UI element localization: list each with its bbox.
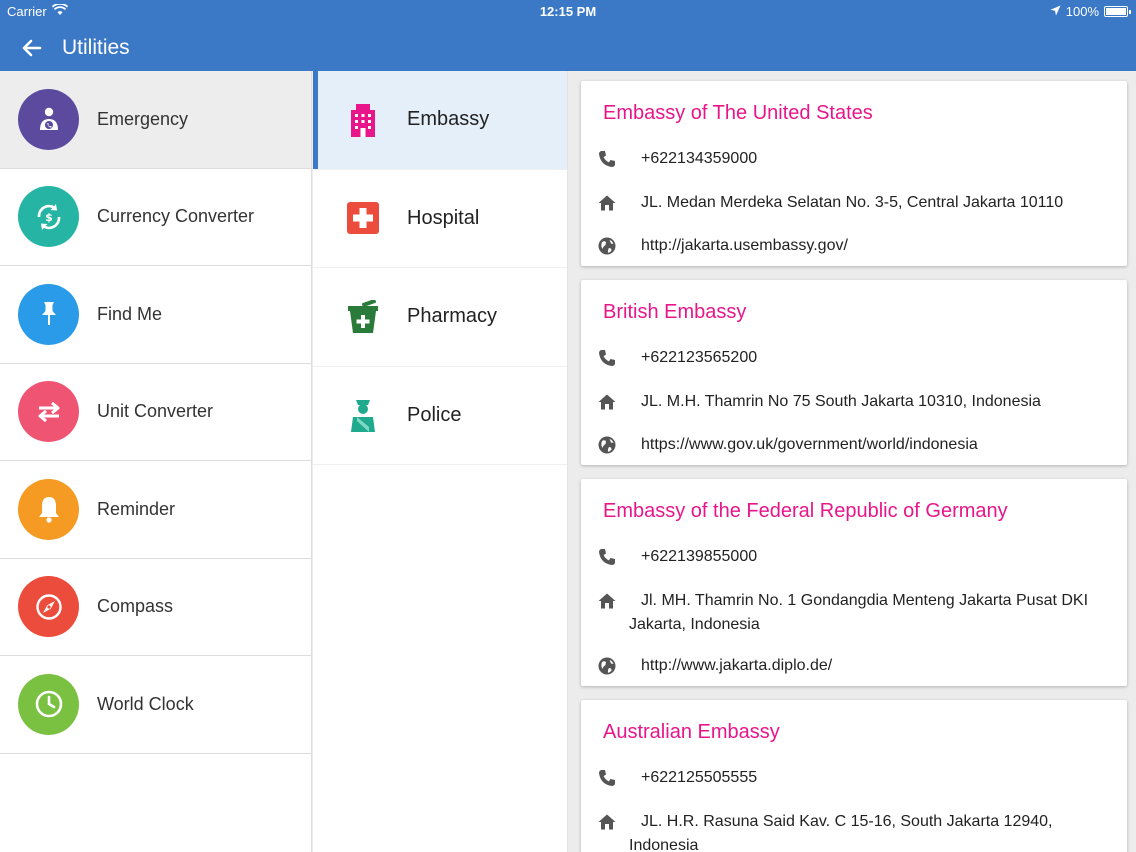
location-arrow-icon bbox=[1050, 4, 1061, 19]
embassy-card[interactable]: Embassy of the Federal Republic of Germa… bbox=[581, 479, 1127, 686]
sidebar-item-label: Find Me bbox=[97, 303, 163, 324]
website-row[interactable]: http://jakarta.usembassy.gov/ bbox=[597, 236, 1111, 258]
pin-icon bbox=[18, 283, 79, 345]
address-row: JL. Medan Merdeka Selatan No. 3-5, Centr… bbox=[597, 193, 1111, 215]
category-item-embassy[interactable]: Embassy bbox=[313, 71, 567, 170]
address-line: Jl. MH. Thamrin No. 1 Gondangdia Menteng… bbox=[641, 592, 1089, 609]
emergency-category-list: Embassy Hospital Pharmacy Police bbox=[313, 71, 568, 852]
website-link: http://jakarta.usembassy.gov/ bbox=[641, 237, 848, 254]
address-line: Jakarta, Indonesia bbox=[629, 616, 760, 633]
pharmacy-icon bbox=[345, 299, 381, 335]
embassy-name: Embassy of the Federal Republic of Germa… bbox=[603, 500, 1008, 522]
medical-cross-icon bbox=[345, 200, 381, 236]
bell-icon bbox=[18, 478, 79, 540]
back-arrow-icon bbox=[22, 39, 42, 56]
battery-icon bbox=[1104, 6, 1131, 17]
category-item-police[interactable]: Police bbox=[313, 367, 567, 465]
address: JL. H.R. Rasuna Said Kav. C 15-16, South… bbox=[629, 810, 1053, 852]
utilities-sidebar: Emergency $ Currency Converter Find Me U… bbox=[0, 71, 312, 852]
globe-icon bbox=[597, 656, 617, 676]
phone-number: +622125505555 bbox=[641, 769, 758, 786]
swap-arrows-icon bbox=[18, 381, 79, 443]
website-link: https://www.gov.uk/government/world/indo… bbox=[641, 436, 978, 453]
sidebar-item-label: World Clock bbox=[97, 693, 194, 714]
sidebar-item-world-clock[interactable]: World Clock bbox=[0, 656, 311, 754]
sidebar-item-find-me[interactable]: Find Me bbox=[0, 266, 311, 364]
embassy-name: Embassy of The United States bbox=[603, 102, 873, 124]
status-bar: Carrier 12:15 PM 100% bbox=[0, 0, 1136, 24]
address-line: JL. H.R. Rasuna Said Kav. C 15-16, South… bbox=[641, 813, 1053, 830]
sidebar-item-currency-converter[interactable]: $ Currency Converter bbox=[0, 169, 311, 266]
phone-icon bbox=[597, 547, 617, 567]
phone-icon bbox=[597, 768, 617, 788]
app-bar: Utilities bbox=[0, 24, 1136, 71]
category-item-hospital[interactable]: Hospital bbox=[313, 170, 567, 268]
embassy-card[interactable]: Embassy of The United States +6221343590… bbox=[581, 81, 1127, 266]
phone-number: +622139855000 bbox=[641, 548, 758, 565]
phone-row[interactable]: +622123565200 bbox=[597, 348, 1111, 370]
category-label: Pharmacy bbox=[407, 305, 498, 328]
home-icon bbox=[597, 193, 617, 213]
globe-icon bbox=[597, 236, 617, 256]
sidebar-item-label: Reminder bbox=[97, 498, 176, 519]
top-bar: Carrier 12:15 PM 100% Utilities bbox=[0, 0, 1136, 71]
address-row: Jl. MH. Thamrin No. 1 Gondangdia Menteng… bbox=[597, 591, 1111, 637]
phone-row[interactable]: +622134359000 bbox=[597, 149, 1111, 171]
phone-icon bbox=[597, 348, 617, 368]
globe-icon bbox=[597, 435, 617, 455]
page-title: Utilities bbox=[62, 35, 130, 59]
compass-icon bbox=[18, 576, 79, 638]
svg-text:$: $ bbox=[45, 211, 53, 224]
embassy-name: Australian Embassy bbox=[603, 721, 780, 743]
phone-number: +622134359000 bbox=[641, 150, 758, 167]
address-row: JL. M.H. Thamrin No 75 South Jakarta 103… bbox=[597, 392, 1111, 414]
address: Jl. MH. Thamrin No. 1 Gondangdia Menteng… bbox=[629, 589, 1089, 637]
home-icon bbox=[597, 812, 617, 832]
sidebar-item-label: Unit Converter bbox=[97, 401, 214, 422]
embassy-list[interactable]: Embassy of The United States +6221343590… bbox=[569, 71, 1136, 852]
embassy-card[interactable]: Australian Embassy +622125505555 JL. H.R… bbox=[581, 700, 1127, 852]
building-icon bbox=[345, 102, 381, 138]
embassy-name: British Embassy bbox=[603, 301, 747, 323]
sidebar-item-compass[interactable]: Compass bbox=[0, 559, 311, 656]
sidebar-item-label: Compass bbox=[97, 596, 174, 617]
emergency-icon bbox=[18, 88, 79, 150]
address: JL. Medan Merdeka Selatan No. 3-5, Centr… bbox=[641, 194, 1064, 211]
category-label: Police bbox=[407, 403, 462, 426]
website-row[interactable]: http://www.jakarta.diplo.de/ bbox=[597, 656, 1111, 678]
sidebar-item-label: Emergency bbox=[97, 108, 189, 129]
sidebar-item-reminder[interactable]: Reminder bbox=[0, 461, 311, 559]
website-link: http://www.jakarta.diplo.de/ bbox=[641, 657, 833, 674]
category-item-pharmacy[interactable]: Pharmacy bbox=[313, 268, 567, 367]
sidebar-item-label: Currency Converter bbox=[97, 206, 255, 227]
currency-exchange-icon: $ bbox=[18, 186, 79, 248]
clock: 12:15 PM bbox=[539, 4, 597, 19]
battery-percent: 100% bbox=[1065, 4, 1099, 19]
address: JL. M.H. Thamrin No 75 South Jakarta 103… bbox=[641, 393, 1041, 410]
back-button[interactable] bbox=[12, 28, 52, 68]
website-row[interactable]: https://www.gov.uk/government/world/indo… bbox=[597, 435, 1111, 457]
category-label: Hospital bbox=[407, 206, 480, 229]
home-icon bbox=[597, 392, 617, 412]
embassy-card[interactable]: British Embassy +622123565200 JL. M.H. T… bbox=[581, 280, 1127, 465]
sidebar-item-emergency[interactable]: Emergency bbox=[0, 71, 311, 169]
police-officer-icon bbox=[345, 397, 381, 433]
address-line: Indonesia bbox=[629, 837, 699, 852]
address-row: JL. H.R. Rasuna Said Kav. C 15-16, South… bbox=[597, 812, 1111, 852]
sidebar-item-unit-converter[interactable]: Unit Converter bbox=[0, 364, 311, 461]
home-icon bbox=[597, 591, 617, 611]
clock-icon bbox=[18, 673, 79, 735]
category-label: Embassy bbox=[407, 108, 490, 131]
phone-number: +622123565200 bbox=[641, 349, 758, 366]
phone-icon bbox=[597, 149, 617, 169]
phone-row[interactable]: +622125505555 bbox=[597, 768, 1111, 790]
phone-row[interactable]: +622139855000 bbox=[597, 547, 1111, 569]
